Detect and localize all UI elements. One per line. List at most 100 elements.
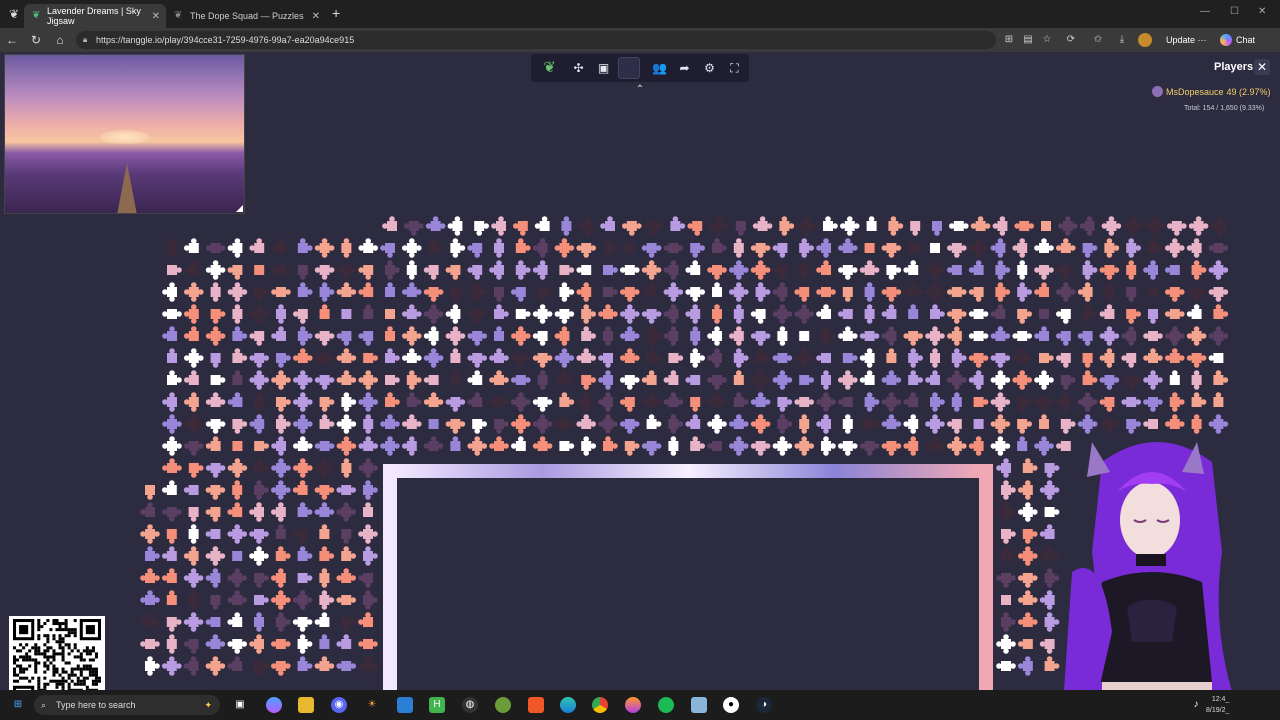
puzzle-piece[interactable] (752, 216, 773, 231)
puzzle-piece[interactable] (467, 392, 483, 407)
new-tab-button[interactable]: + (332, 5, 340, 21)
puzzle-piece[interactable] (167, 370, 182, 385)
puzzle-piece[interactable] (816, 304, 831, 319)
puzzle-piece[interactable] (166, 529, 177, 544)
speaker-icon[interactable]: ♪ (1188, 697, 1204, 713)
puzzle-piece[interactable] (140, 639, 160, 649)
puzzle-piece[interactable] (990, 414, 1011, 434)
puzzle-piece[interactable] (276, 414, 291, 434)
puzzle-piece[interactable] (254, 458, 270, 473)
minimize-icon[interactable]: — (1200, 6, 1210, 17)
puzzle-piece[interactable] (447, 216, 463, 236)
puzzle-piece[interactable] (227, 392, 243, 407)
puzzle-piece[interactable] (1148, 238, 1163, 253)
puzzle-piece[interactable] (205, 436, 221, 451)
taskbar-search-box[interactable]: ⌕ Type here to search ✦ (34, 695, 220, 715)
puzzle-piece[interactable] (314, 502, 335, 517)
puzzle-piece[interactable] (1126, 238, 1141, 258)
puzzle-piece-icon[interactable]: ✣ (568, 57, 590, 79)
puzzle-piece[interactable] (1126, 287, 1137, 302)
image-icon[interactable]: ▣ (593, 57, 615, 79)
puzzle-piece[interactable] (881, 441, 902, 456)
puzzle-piece[interactable] (292, 590, 313, 610)
puzzle-piece[interactable] (1034, 282, 1049, 297)
puzzle-piece[interactable] (1056, 309, 1071, 324)
settings-icon[interactable]: ⚙ (699, 57, 721, 79)
puzzle-piece[interactable] (1169, 370, 1180, 385)
puzzle-piece[interactable] (772, 243, 788, 258)
puzzle-piece[interactable] (559, 265, 575, 275)
puzzle-piece[interactable] (772, 282, 788, 302)
puzzle-piece[interactable] (1001, 595, 1011, 605)
puzzle-piece[interactable] (1213, 370, 1229, 385)
puzzle-piece[interactable] (183, 485, 199, 495)
puzzle-piece[interactable] (406, 370, 422, 390)
puzzle-piece[interactable] (1018, 480, 1033, 500)
puzzle-piece[interactable] (799, 265, 810, 280)
puzzle-piece[interactable] (183, 656, 199, 676)
puzzle-piece[interactable] (423, 265, 439, 280)
puzzle-piece[interactable] (162, 568, 177, 583)
puzzle-piece[interactable] (864, 243, 875, 253)
puzzle-piece[interactable] (232, 419, 248, 434)
puzzle-piece[interactable] (425, 216, 446, 231)
puzzle-piece[interactable] (821, 326, 836, 346)
puzzle-piece[interactable] (532, 304, 553, 324)
puzzle-piece[interactable] (336, 282, 357, 297)
puzzle-piece[interactable] (581, 436, 596, 456)
puzzle-piece[interactable] (1167, 221, 1187, 236)
puzzle-piece[interactable] (1099, 304, 1115, 319)
sun-app-icon[interactable]: ☀ (364, 697, 380, 713)
puzzle-piece[interactable] (903, 282, 923, 297)
puzzle-piece[interactable] (903, 414, 919, 434)
puzzle-piece[interactable] (341, 238, 352, 258)
puzzle-piece[interactable] (358, 331, 374, 346)
collapse-toolbar-icon[interactable]: ⌃ (632, 84, 648, 98)
puzzle-piece[interactable] (603, 265, 618, 275)
puzzle-piece[interactable] (254, 287, 270, 302)
puzzle-piece[interactable] (297, 282, 313, 297)
puzzle-piece[interactable] (1143, 419, 1158, 429)
puzzle-piece[interactable] (1034, 326, 1049, 341)
puzzle-piece[interactable] (227, 590, 247, 605)
puzzle-piece[interactable] (232, 304, 243, 324)
puzzle-piece[interactable] (996, 573, 1016, 588)
puzzle-piece[interactable] (336, 595, 357, 605)
puzzle-piece[interactable] (908, 348, 923, 368)
puzzle-piece[interactable] (641, 243, 662, 258)
puzzle-piece[interactable] (1213, 392, 1224, 407)
puzzle-piece[interactable] (271, 265, 286, 275)
puzzle-piece[interactable] (1001, 529, 1016, 544)
puzzle-piece[interactable] (319, 304, 330, 319)
puzzle-piece[interactable] (489, 436, 509, 451)
puzzle-piece[interactable] (1186, 238, 1202, 258)
puzzle-piece[interactable] (380, 436, 400, 456)
puzzle-piece[interactable] (1060, 375, 1076, 390)
puzzle-piece[interactable] (598, 414, 618, 434)
puzzle-piece[interactable] (450, 238, 466, 258)
puzzle-piece[interactable] (641, 260, 662, 280)
puzzle-piece[interactable] (210, 282, 221, 302)
puzzle-piece[interactable] (162, 546, 177, 561)
copilot-taskbar-icon[interactable] (266, 697, 282, 713)
puzzle-piece[interactable] (755, 282, 771, 302)
puzzle-piece[interactable] (297, 326, 313, 346)
puzzle-piece[interactable] (489, 397, 509, 407)
puzzle-piece[interactable] (576, 348, 596, 363)
puzzle-piece[interactable] (162, 480, 177, 495)
puzzle-piece[interactable] (821, 370, 831, 390)
puzzle-piece[interactable] (358, 573, 373, 588)
puzzle-piece[interactable] (341, 617, 357, 632)
puzzle-piece[interactable] (690, 348, 705, 368)
copilot-chat-button[interactable]: Chat (1214, 31, 1261, 49)
puzzle-piece[interactable] (842, 414, 853, 434)
puzzle-piece[interactable] (184, 414, 204, 434)
puzzle-piece[interactable] (188, 463, 204, 478)
puzzle-piece[interactable] (227, 458, 248, 478)
puzzle-piece[interactable] (249, 414, 265, 434)
puzzle-piece[interactable] (145, 546, 160, 561)
puzzle-piece[interactable] (205, 529, 221, 539)
puzzle-piece[interactable] (707, 392, 727, 407)
puzzle-piece[interactable] (838, 397, 853, 407)
puzzle-piece[interactable] (232, 480, 243, 500)
